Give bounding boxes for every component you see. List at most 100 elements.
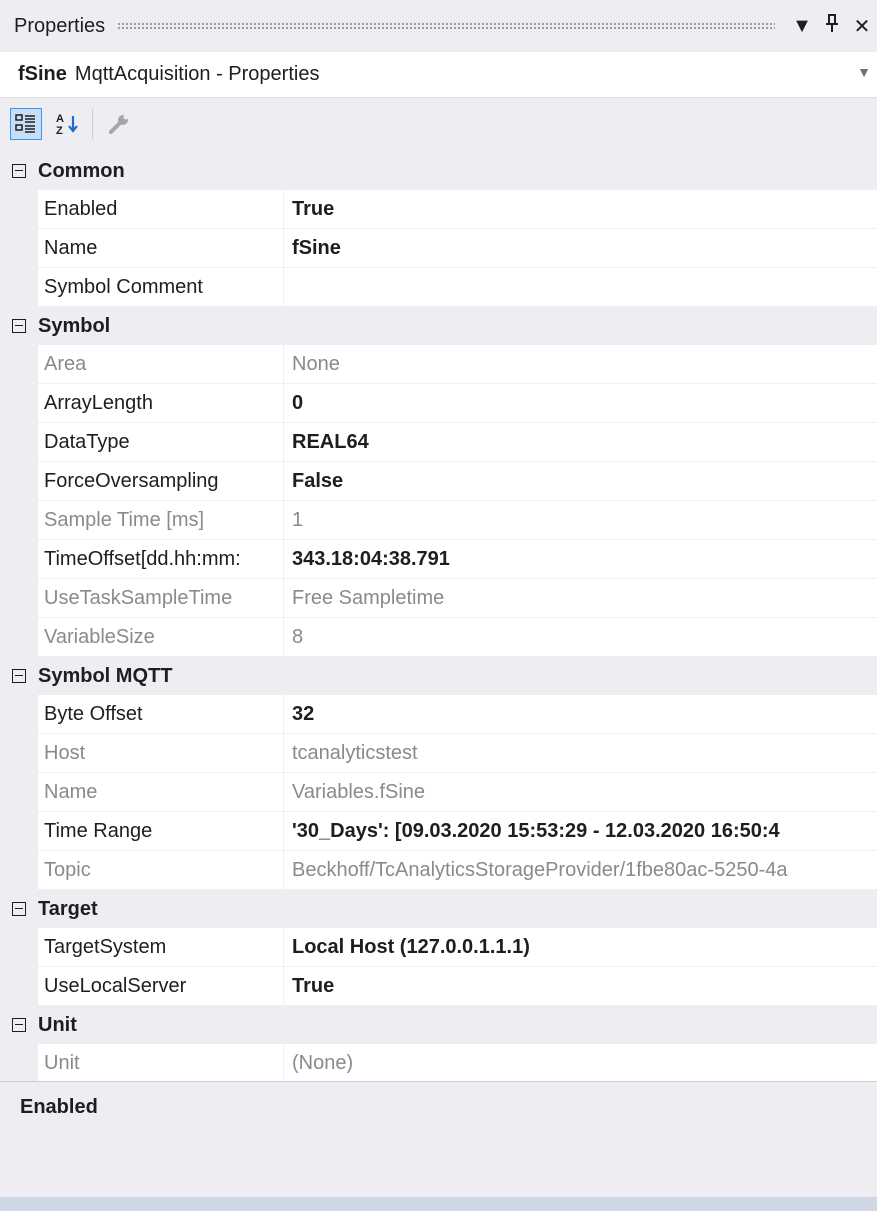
alphabetical-icon[interactable]: A Z (52, 108, 84, 140)
row-gutter (0, 734, 38, 772)
property-value[interactable]: 32 (284, 703, 877, 726)
property-row[interactable]: Unit (None) (0, 1044, 877, 1083)
property-value[interactable]: 8 (284, 626, 877, 649)
panel-title: Properties (14, 14, 106, 37)
category-row[interactable]: Unit (0, 1006, 877, 1044)
row-gutter (0, 462, 38, 500)
category-row[interactable]: Common (0, 152, 877, 190)
property-row[interactable]: ForceOversampling False (0, 462, 877, 501)
row-gutter (0, 423, 38, 461)
property-row[interactable]: ArrayLength 0 (0, 384, 877, 423)
property-name: Sample Time [ms] (38, 501, 284, 539)
property-row[interactable]: TimeOffset[dd.hh:mm: 343.18:04:38.791 (0, 540, 877, 579)
category-row[interactable]: Symbol MQTT (0, 657, 877, 695)
property-value[interactable]: '30_Days': [09.03.2020 15:53:29 - 12.03.… (284, 820, 877, 843)
chevron-down-icon[interactable]: ▼ (857, 64, 871, 80)
property-row[interactable]: DataType REAL64 (0, 423, 877, 462)
row-gutter (0, 345, 38, 383)
property-name: Name (38, 773, 284, 811)
property-row[interactable]: Topic Beckhoff/TcAnalyticsStorageProvider… (0, 851, 877, 890)
category-name: Unit (38, 1013, 77, 1036)
property-name: ArrayLength (38, 384, 284, 422)
property-value[interactable]: 343.18:04:38.791 (284, 548, 877, 571)
property-name: TimeOffset[dd.hh:mm: (38, 540, 284, 578)
property-row[interactable]: UseTaskSampleTime Free Sampletime (0, 579, 877, 618)
window-position-dropdown-icon[interactable]: ▼ (787, 15, 817, 38)
category-name: Target (38, 897, 98, 920)
description-title: Enabled (20, 1096, 98, 1118)
property-row[interactable]: Name fSine (0, 229, 877, 268)
property-value[interactable]: True (284, 975, 877, 998)
row-gutter (0, 540, 38, 578)
property-grid: Common Enabled True Name fSine Symbol Comment… (0, 152, 877, 1083)
row-gutter (0, 579, 38, 617)
wrench-icon[interactable] (103, 108, 135, 140)
properties-toolbar: A Z (0, 98, 877, 150)
properties-title-bar: Properties ▼ ✕ (0, 0, 877, 52)
property-value[interactable]: tcanalyticstest (284, 742, 877, 765)
row-gutter (0, 812, 38, 850)
property-name: UseTaskSampleTime (38, 579, 284, 617)
property-value[interactable]: Free Sampletime (284, 587, 877, 610)
row-gutter (0, 268, 38, 306)
svg-text:A: A (56, 113, 64, 125)
category-row[interactable]: Symbol (0, 307, 877, 345)
property-row[interactable]: Name Variables.fSine (0, 773, 877, 812)
property-name: VariableSize (38, 618, 284, 656)
property-row[interactable]: VariableSize 8 (0, 618, 877, 657)
property-name: TargetSystem (38, 928, 284, 966)
row-gutter (0, 501, 38, 539)
drag-grip[interactable] (117, 21, 775, 31)
pin-icon[interactable] (817, 13, 847, 39)
row-gutter (0, 695, 38, 733)
collapse-icon[interactable] (12, 669, 26, 683)
property-name: Symbol Comment (38, 268, 284, 306)
property-value[interactable]: True (284, 198, 877, 221)
category-row[interactable]: Target (0, 890, 877, 928)
row-gutter (0, 967, 38, 1005)
object-type: MqttAcquisition - Properties (74, 63, 320, 85)
bottom-strip (0, 1197, 877, 1211)
svg-text:Z: Z (56, 125, 63, 136)
property-name: Unit (38, 1044, 284, 1082)
property-row[interactable]: Time Range '30_Days': [09.03.2020 15:53:2… (0, 812, 877, 851)
property-value[interactable]: Variables.fSine (284, 781, 877, 804)
property-row[interactable]: Sample Time [ms] 1 (0, 501, 877, 540)
collapse-icon[interactable] (12, 1018, 26, 1032)
property-value[interactable]: Beckhoff/TcAnalyticsStorageProvider/1fbe… (284, 859, 877, 882)
property-name: Area (38, 345, 284, 383)
property-value[interactable]: False (284, 470, 877, 493)
property-name: Enabled (38, 190, 284, 228)
property-row[interactable]: Host tcanalyticstest (0, 734, 877, 773)
toolbar-separator (92, 109, 93, 139)
description-panel: Enabled (0, 1081, 877, 1198)
property-value[interactable]: 0 (284, 392, 877, 415)
collapse-icon[interactable] (12, 164, 26, 178)
object-name: fSine (18, 63, 67, 85)
close-icon[interactable]: ✕ (847, 14, 877, 39)
property-value[interactable]: Local Host (127.0.0.1.1.1) (284, 936, 877, 959)
property-value[interactable]: 1 (284, 509, 877, 532)
row-gutter (0, 618, 38, 656)
property-name: Time Range (38, 812, 284, 850)
property-row[interactable]: Area None (0, 345, 877, 384)
object-selector[interactable]: fSine MqttAcquisition - Properties ▼ (0, 52, 877, 98)
categorized-icon[interactable] (10, 108, 42, 140)
property-value[interactable]: REAL64 (284, 431, 877, 454)
property-row[interactable]: UseLocalServer True (0, 967, 877, 1006)
row-gutter (0, 773, 38, 811)
category-name: Symbol (38, 314, 111, 337)
property-name: ForceOversampling (38, 462, 284, 500)
property-row[interactable]: Enabled True (0, 190, 877, 229)
category-name: Common (38, 159, 125, 182)
property-row[interactable]: TargetSystem Local Host (127.0.0.1.1.1) (0, 928, 877, 967)
property-name: DataType (38, 423, 284, 461)
property-row[interactable]: Symbol Comment (0, 268, 877, 307)
property-value[interactable]: (None) (284, 1052, 877, 1075)
collapse-icon[interactable] (12, 902, 26, 916)
property-row[interactable]: Byte Offset 32 (0, 695, 877, 734)
property-value[interactable]: None (284, 353, 877, 376)
collapse-icon[interactable] (12, 319, 26, 333)
row-gutter (0, 1044, 38, 1082)
property-value[interactable]: fSine (284, 237, 877, 260)
